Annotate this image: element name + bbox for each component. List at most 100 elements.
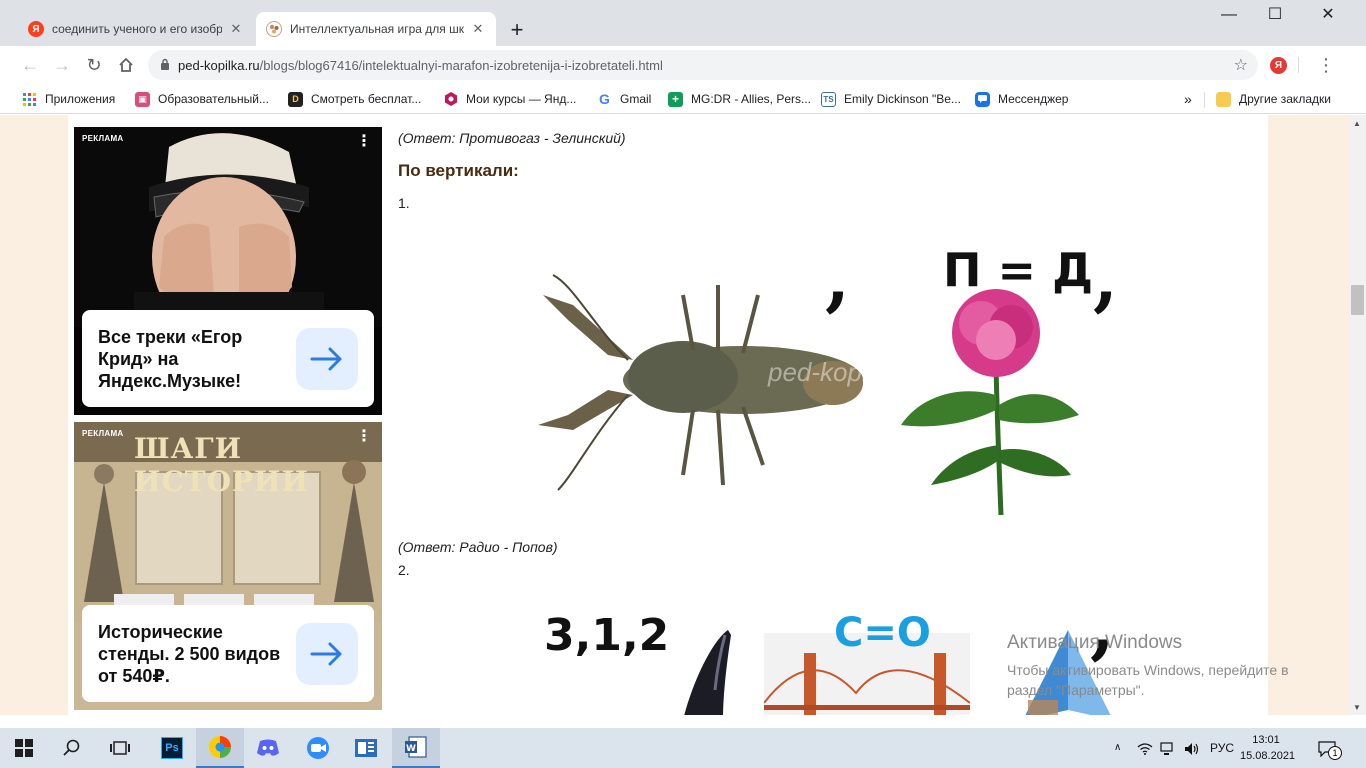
close-window-button[interactable]: ✕ xyxy=(1298,0,1358,32)
back-arrow-icon[interactable]: ← xyxy=(16,51,44,79)
forward-arrow-icon[interactable]: → xyxy=(48,51,76,79)
bookmark-label: Gmail xyxy=(620,92,652,106)
bookmark-label: Emily Dickinson "Be... xyxy=(844,92,961,106)
yandex-extension-icon[interactable]: Я xyxy=(1270,57,1287,74)
bookmark-star-icon[interactable]: ☆ xyxy=(1234,55,1248,75)
clock-date: 15.08.2021 xyxy=(1240,750,1296,762)
hexagon-icon xyxy=(443,92,458,107)
d-logo-icon: D xyxy=(288,91,303,107)
lock-icon xyxy=(160,58,170,73)
address-bar[interactable]: ped-kopilka.ru/blogs/blog67416/intelektu… xyxy=(148,50,1258,80)
bookmark-watch-free[interactable]: D Смотреть бесплат... xyxy=(288,90,421,108)
tab-ped-kopilka[interactable]: Интеллектуальная игра для шко ✕ xyxy=(256,12,496,46)
browser-menu-icon[interactable]: ⋮ xyxy=(1312,51,1340,79)
discord-icon[interactable] xyxy=(244,728,292,768)
url-host: ped-kopilka.ru xyxy=(178,57,260,73)
photoshop-icon[interactable]: Ps xyxy=(148,728,196,768)
windows-taskbar: Ps W ∧ РУС 13:01 15.08.2021 1 xyxy=(0,728,1366,768)
folder-icon xyxy=(1216,91,1231,107)
wifi-icon[interactable] xyxy=(1137,728,1153,768)
windows-start-icon[interactable] xyxy=(0,728,48,768)
reload-icon[interactable]: ↻ xyxy=(80,51,108,79)
bookmark-messenger[interactable]: Мессенджер xyxy=(975,90,1068,108)
bookmark-mgdr[interactable]: + MG:DR - Allies, Pers... xyxy=(668,90,811,108)
ad-history-stands[interactable]: РЕКЛАМА ШАГИ ИСТОРИИ ⋮ Исторические стен… xyxy=(74,422,382,710)
page-scrollbar[interactable]: ▲ ▼ xyxy=(1349,115,1366,715)
bookmark-emily-dickinson[interactable]: TS Emily Dickinson "Be... xyxy=(821,90,961,108)
scroll-up-icon[interactable]: ▲ xyxy=(1353,119,1361,128)
new-tab-button[interactable]: + xyxy=(503,17,531,45)
web-page: РЕКЛАМА ⋮ Все треки «Егор Крид» на Яндек… xyxy=(0,115,1349,715)
task-view-icon[interactable] xyxy=(96,728,144,768)
bookmark-label: Мои курсы — Янд... xyxy=(466,92,577,106)
bookmark-gmail[interactable]: G Gmail xyxy=(597,90,651,108)
close-icon[interactable]: ✕ xyxy=(470,21,486,37)
tab-strip: Я соединить ученого и его изобр ✕ Интелл… xyxy=(0,0,1366,46)
answer-text: (Ответ: Противогаз - Зелинский) xyxy=(398,130,626,146)
clock-time: 13:01 xyxy=(1252,734,1280,746)
page-content: РЕКЛАМА ⋮ Все треки «Егор Крид» на Яндек… xyxy=(68,115,1268,715)
close-icon[interactable]: ✕ xyxy=(228,21,244,37)
bookmark-apps[interactable]: Приложения xyxy=(22,90,115,108)
ad-menu-icon[interactable]: ⋮ xyxy=(356,131,372,151)
arrow-right-icon[interactable] xyxy=(296,622,358,685)
section-heading: По вертикали: xyxy=(398,161,519,180)
tab-yandex-search[interactable]: Я соединить ученого и его изобр ✕ xyxy=(18,12,254,46)
search-icon[interactable] xyxy=(48,728,96,768)
bookmark-label: Мессенджер xyxy=(998,92,1069,106)
arrow-right-icon[interactable] xyxy=(296,327,358,390)
ts-icon: TS xyxy=(821,91,836,107)
network-icon[interactable] xyxy=(1160,728,1176,768)
notification-count-badge: 1 xyxy=(1328,746,1342,760)
scroll-thumb[interactable] xyxy=(1351,285,1364,315)
ad-banner-title: ШАГИ ИСТОРИИ xyxy=(134,432,309,498)
bookmark-educational[interactable]: ▣ Образовательный... xyxy=(135,90,269,108)
bookmark-label: MG:DR - Allies, Pers... xyxy=(691,92,812,106)
ad-photo xyxy=(74,127,382,327)
tab-title: соединить ученого и его изобр xyxy=(52,22,222,36)
ad-text: Все треки «Егор Крид» на Яндекс.Музыке! xyxy=(98,326,243,391)
bookmark-label: Образовательный... xyxy=(158,92,269,106)
scroll-down-icon[interactable]: ▼ xyxy=(1353,703,1361,712)
ad-text: Исторические стенды. 2 500 видов от 540₽… xyxy=(98,621,281,686)
ad-egor-kreed[interactable]: РЕКЛАМА ⋮ Все треки «Егор Крид» на Яндек… xyxy=(74,127,382,415)
activation-line-2: раздел "Параметры". xyxy=(1007,682,1145,698)
news-app-icon[interactable] xyxy=(342,728,390,768)
volume-icon[interactable] xyxy=(1184,728,1200,768)
answer-text: (Ответ: Радио - Попов) xyxy=(398,539,558,555)
plus-icon: + xyxy=(668,91,683,107)
rebus-letter-swap: С=О xyxy=(834,610,931,656)
watermark: ped-kopilka.ru xyxy=(768,357,932,387)
ad-menu-icon[interactable]: ⋮ xyxy=(356,426,372,446)
word-icon[interactable]: W xyxy=(392,728,440,768)
ad-card[interactable]: Исторические стенды. 2 500 видов от 540₽… xyxy=(82,605,374,702)
rebus-comma: , xyxy=(825,235,851,320)
system-clock[interactable]: 13:01 15.08.2021 xyxy=(1240,732,1296,764)
yandex-icon: Я xyxy=(28,21,44,37)
horn-image xyxy=(684,630,731,715)
rebus-comma: , xyxy=(1093,235,1119,320)
bookmark-my-courses[interactable]: Мои курсы — Янд... xyxy=(443,90,576,108)
ad-card[interactable]: Все треки «Егор Крид» на Яндекс.Музыке! xyxy=(82,310,374,407)
image-icon: ▣ xyxy=(135,91,150,107)
ad-label: РЕКЛАМА xyxy=(82,134,124,143)
other-bookmarks[interactable]: Другие закладки xyxy=(1216,90,1331,108)
windows-activation-notice: Активация Windows Чтобы активировать Win… xyxy=(1007,632,1289,700)
home-icon[interactable] xyxy=(112,51,140,79)
bookmark-label: Смотреть бесплат... xyxy=(311,92,422,106)
apps-grid-icon xyxy=(22,92,37,107)
bookmarks-overflow-button[interactable]: » xyxy=(1184,90,1192,108)
minimize-button[interactable]: — xyxy=(1206,0,1252,32)
yandex-browser-icon[interactable] xyxy=(196,728,244,768)
zoom-icon[interactable] xyxy=(294,728,342,768)
activation-title: Активация Windows xyxy=(1007,632,1183,653)
language-indicator[interactable]: РУС xyxy=(1210,728,1234,768)
maximize-button[interactable]: ☐ xyxy=(1252,0,1298,32)
bookmarks-divider xyxy=(1204,92,1205,108)
browser-toolbar: ← → ↻ ped-kopilka.ru/blogs/blog67416/int… xyxy=(0,46,1366,84)
bookmark-label: Другие закладки xyxy=(1239,92,1331,106)
bookmark-label: Приложения xyxy=(45,92,116,106)
tray-overflow-icon[interactable]: ∧ xyxy=(1114,728,1121,768)
toolbar-divider xyxy=(1298,57,1299,73)
rebus-order-numbers: 3,1,2 xyxy=(544,610,670,661)
